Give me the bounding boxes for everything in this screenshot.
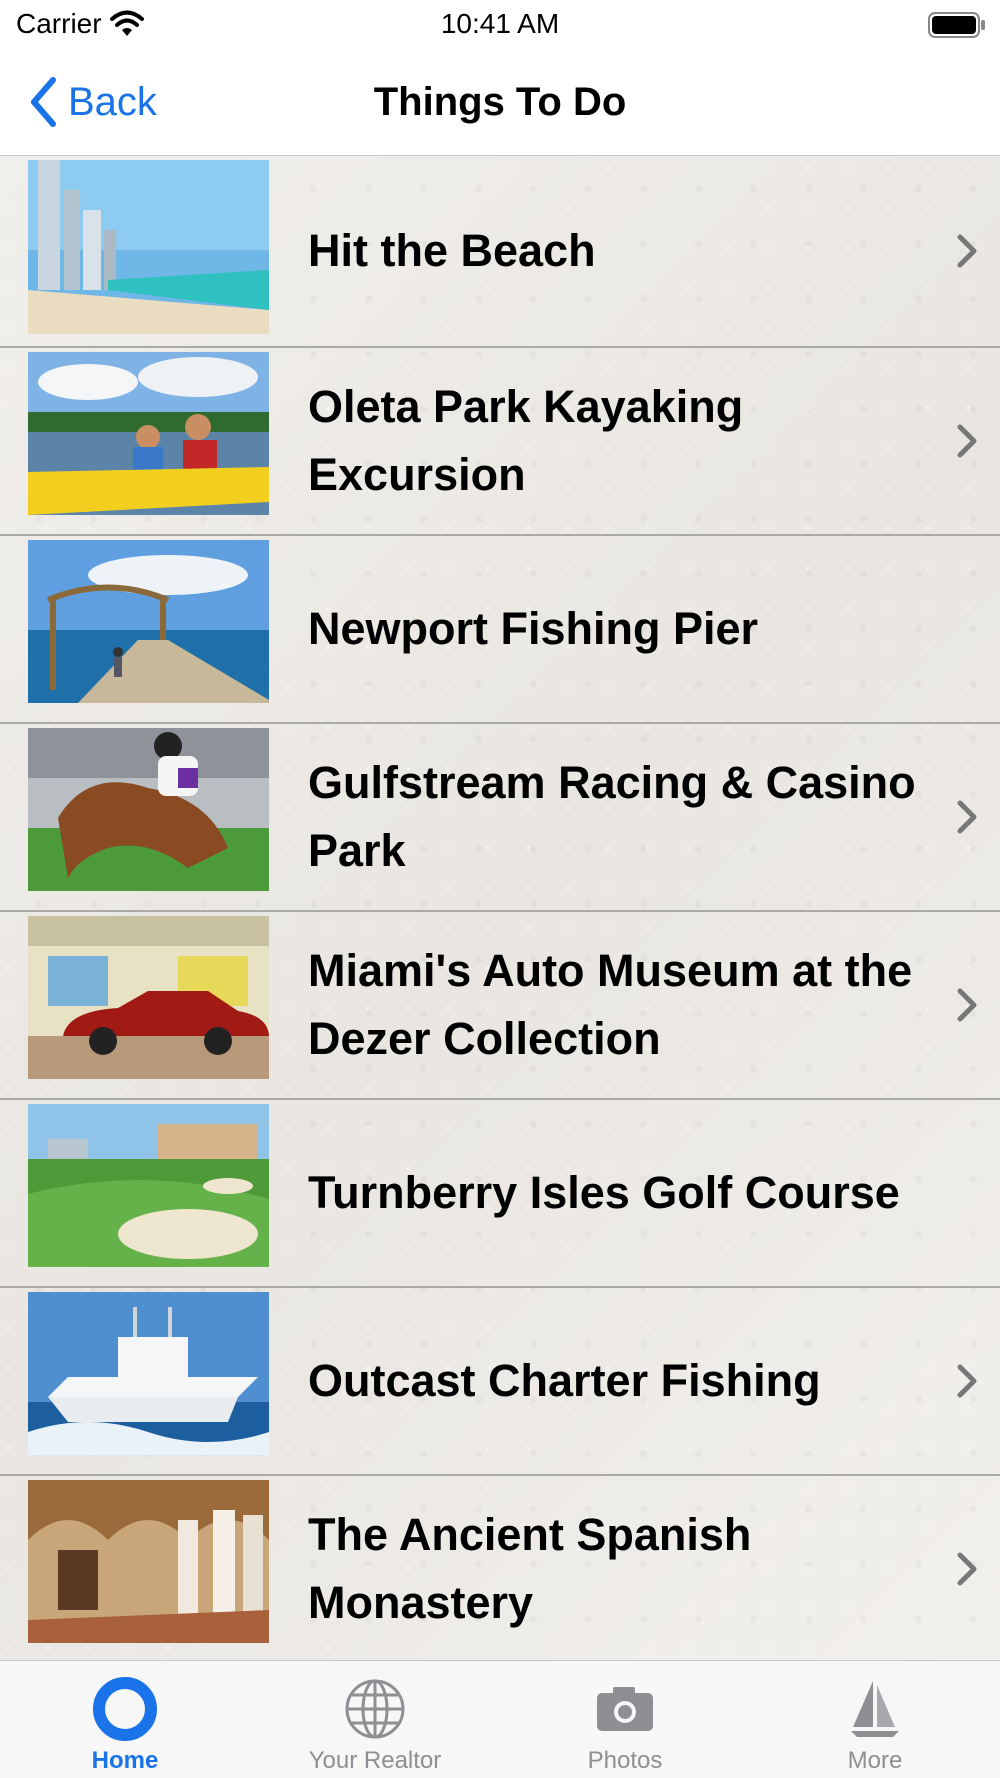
tab-label: More xyxy=(847,1747,903,1774)
list-item[interactable]: Oleta Park Kayaking Excursion xyxy=(0,348,1000,536)
beach-photo xyxy=(28,160,269,334)
list-item[interactable]: Hit the Beach xyxy=(0,156,1000,348)
chevron-right-icon xyxy=(957,1552,977,1586)
tab-bar: Home Your Realtor Photos More xyxy=(0,1660,1000,1778)
chevron-right-icon xyxy=(957,424,977,458)
camera-icon xyxy=(597,1687,653,1731)
tab-your-realtor[interactable]: Your Realtor xyxy=(250,1661,500,1778)
tab-label: Photos xyxy=(587,1747,663,1774)
list-item[interactable]: Outcast Charter Fishing xyxy=(0,1288,1000,1476)
list-item-label: Newport Fishing Pier xyxy=(308,603,759,654)
list-item[interactable]: Gulfstream Racing & Casino Park xyxy=(0,724,1000,912)
tab-more[interactable]: More xyxy=(750,1661,1000,1778)
lifebuoy-icon xyxy=(93,1677,157,1741)
list-item-label: Oleta Park Kayaking Excursion xyxy=(308,381,744,500)
pier-photo xyxy=(28,540,269,703)
list-item-label: Outcast Charter Fishing xyxy=(308,1355,821,1406)
chevron-right-icon xyxy=(957,234,977,268)
kayak-photo xyxy=(28,352,269,515)
chevron-right-icon xyxy=(957,988,977,1022)
fishing-boat-photo xyxy=(28,1292,269,1455)
golf-course-photo xyxy=(28,1104,269,1267)
classic-car-photo xyxy=(28,916,269,1079)
tab-label: Your Realtor xyxy=(308,1747,442,1774)
sailboat-icon xyxy=(851,1681,899,1737)
list-item-label: Hit the Beach xyxy=(308,225,596,276)
list-item[interactable]: The Ancient Spanish Monastery xyxy=(0,1476,1000,1660)
list-item-label: Miami's Auto Museum at the Dezer Collect… xyxy=(308,945,913,1064)
list-item: Newport Fishing Pier xyxy=(0,536,1000,724)
list-item-label: The Ancient Spanish Monastery xyxy=(308,1509,752,1628)
list-item: Turnberry Isles Golf Course xyxy=(0,1100,1000,1288)
tab-photos[interactable]: Photos xyxy=(500,1661,750,1778)
tab-label: Home xyxy=(91,1747,159,1774)
status-bar: Carrier 10:41 AM xyxy=(0,0,1000,50)
battery-icon xyxy=(928,12,985,38)
chevron-right-icon xyxy=(957,800,977,834)
list-item[interactable]: Miami's Auto Museum at the Dezer Collect… xyxy=(0,912,1000,1100)
things-to-do-list: Hit the Beach Oleta Park Kayaking Excurs… xyxy=(0,156,1000,1660)
tab-home[interactable]: Home xyxy=(0,1661,250,1778)
list-item-label: Turnberry Isles Golf Course xyxy=(308,1167,900,1218)
horse-racing-photo xyxy=(28,728,269,891)
globe-icon xyxy=(345,1679,405,1739)
status-time: 10:41 AM xyxy=(440,8,560,39)
list-item-label: Gulfstream Racing & Casino Park xyxy=(308,757,916,876)
monastery-photo xyxy=(28,1480,269,1643)
navigation-bar: Back Things To Do xyxy=(0,50,1000,156)
page-title: Things To Do xyxy=(373,80,627,124)
chevron-right-icon xyxy=(957,1364,977,1398)
